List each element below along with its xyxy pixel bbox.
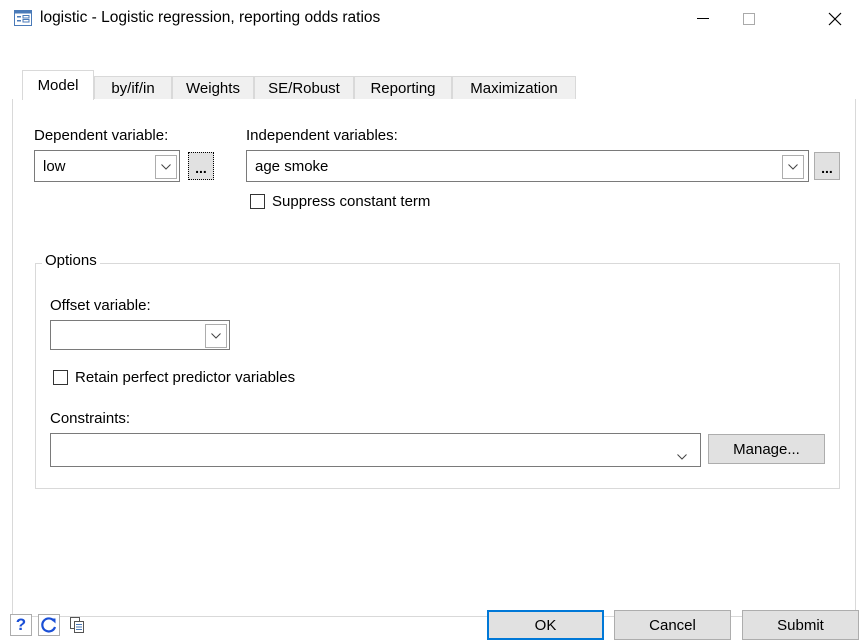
offset-dropdown-button[interactable]	[205, 324, 227, 348]
chevron-down-icon	[161, 164, 171, 170]
independent-browse-button[interactable]: ...	[814, 152, 840, 180]
copy-button[interactable]	[66, 614, 88, 636]
maximize-icon	[743, 13, 755, 25]
chevron-down-icon	[211, 333, 221, 339]
tab-maximization[interactable]: Maximization	[452, 76, 576, 100]
dialog-icon	[14, 10, 32, 26]
tab-by-if-in[interactable]: by/if/in	[94, 76, 172, 100]
reset-button[interactable]	[38, 614, 60, 636]
constraints-combo[interactable]	[50, 433, 701, 467]
suppress-constant-label: Suppress constant term	[272, 193, 431, 210]
window-title: logistic - Logistic regression, reportin…	[40, 9, 381, 26]
cancel-button[interactable]: Cancel	[614, 610, 731, 640]
title-bar[interactable]: logistic - Logistic regression, reportin…	[0, 0, 864, 38]
ellipsis-label: ...	[821, 160, 833, 176]
dependent-browse-button[interactable]: ...	[188, 152, 214, 180]
independent-variables-combo[interactable]: age smoke	[246, 150, 809, 182]
chevron-down-icon	[788, 164, 798, 170]
help-button[interactable]: ?	[10, 614, 32, 636]
independent-dropdown-button[interactable]	[782, 155, 804, 179]
close-button[interactable]	[812, 0, 858, 38]
constraints-label: Constraints:	[50, 410, 131, 427]
chevron-down-icon[interactable]	[677, 447, 687, 464]
offset-variable-label: Offset variable:	[50, 297, 151, 314]
dependent-variable-label: Dependent variable:	[34, 127, 169, 144]
retain-perfect-predictor-checkbox[interactable]	[53, 370, 68, 385]
help-icon: ?	[15, 615, 27, 634]
ellipsis-label: ...	[195, 160, 207, 176]
tab-se-robust[interactable]: SE/Robust	[254, 76, 354, 100]
dependent-dropdown-button[interactable]	[155, 155, 177, 179]
tab-model[interactable]: Model	[22, 70, 94, 100]
ok-button[interactable]: OK	[487, 610, 604, 640]
reset-icon	[41, 617, 57, 633]
minimize-button[interactable]	[680, 0, 726, 38]
copy-icon	[70, 617, 84, 633]
dependent-variable-value: low	[43, 158, 66, 175]
dependent-variable-combo[interactable]: low	[34, 150, 180, 182]
retain-perfect-predictor-label: Retain perfect predictor variables	[75, 369, 296, 386]
suppress-constant-checkbox[interactable]	[250, 194, 265, 209]
tab-weights[interactable]: Weights	[172, 76, 254, 100]
manage-button[interactable]: Manage...	[708, 434, 825, 464]
independent-variables-label: Independent variables:	[246, 127, 398, 144]
submit-button[interactable]: Submit	[742, 610, 859, 640]
independent-variables-value: age smoke	[255, 158, 329, 175]
close-icon	[828, 12, 842, 26]
options-legend: Options	[42, 252, 100, 269]
minimize-icon	[697, 18, 709, 19]
maximize-button[interactable]	[726, 0, 772, 38]
offset-variable-combo[interactable]	[50, 320, 230, 350]
tab-reporting[interactable]: Reporting	[354, 76, 452, 100]
